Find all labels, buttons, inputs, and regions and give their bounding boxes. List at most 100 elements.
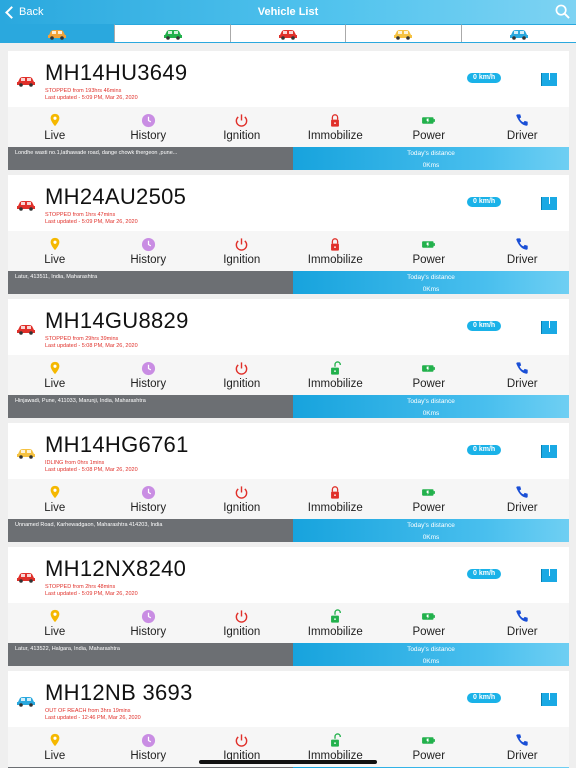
battery-icon — [422, 612, 436, 620]
action-label: Driver — [506, 130, 538, 142]
vehicle-footer: Latur, 413522, Halgara, India, Maharasht… — [8, 643, 569, 666]
action-immobilize[interactable]: Immobilize — [289, 603, 383, 643]
action-driver[interactable]: Driver — [476, 603, 570, 643]
action-icon-wrap — [47, 360, 63, 376]
vehicle-status: IDLING from 0hrs 1mins — [45, 460, 105, 466]
action-history[interactable]: History — [102, 355, 196, 395]
action-icon-wrap — [514, 608, 530, 624]
vehicle-card[interactable]: MH14GU8829 STOPPED from 29hrs 39mins Las… — [8, 299, 569, 418]
action-icon-wrap — [421, 360, 437, 376]
action-live[interactable]: Live — [8, 231, 102, 271]
action-icon-wrap — [514, 732, 530, 748]
car-icon — [509, 29, 528, 40]
location-pin-icon — [50, 237, 60, 251]
vehicle-plate: MH14HU3649 — [45, 60, 188, 85]
action-label: Driver — [506, 254, 538, 266]
action-history[interactable]: History — [102, 727, 196, 767]
action-ignition[interactable]: Ignition — [195, 603, 289, 643]
distance-label: Today's distance — [407, 646, 455, 653]
action-driver[interactable]: Driver — [476, 355, 570, 395]
phone-icon — [516, 610, 528, 622]
action-power[interactable]: Power — [382, 479, 476, 519]
action-ignition[interactable]: Ignition — [195, 231, 289, 271]
action-history[interactable]: History — [102, 107, 196, 147]
action-live[interactable]: Live — [8, 727, 102, 767]
action-power[interactable]: Power — [382, 355, 476, 395]
action-live[interactable]: Live — [8, 355, 102, 395]
action-ignition[interactable]: Ignition — [195, 355, 289, 395]
action-power[interactable]: Power — [382, 231, 476, 271]
filter-tab-stopped[interactable] — [230, 24, 347, 42]
vehicle-status-car — [16, 694, 36, 707]
action-immobilize[interactable]: Immobilize — [289, 107, 383, 147]
action-icon-wrap — [421, 608, 437, 624]
vehicle-card[interactable]: MH14HG6761 IDLING from 0hrs 1mins Last u… — [8, 423, 569, 542]
filter-tab-idle[interactable] — [346, 24, 462, 42]
action-label: History — [130, 254, 167, 266]
book-icon[interactable] — [541, 693, 557, 706]
action-history[interactable]: History — [102, 231, 196, 271]
action-power[interactable]: Power — [382, 603, 476, 643]
action-icon-wrap — [421, 484, 437, 500]
filter-tab-all[interactable] — [0, 24, 116, 42]
distance-label: Today's distance — [407, 522, 455, 529]
vehicle-card[interactable]: MH12NX8240 STOPPED from 2hrs 48mins Last… — [8, 547, 569, 666]
vehicle-summary: MH14GU8829 STOPPED from 29hrs 39mins Las… — [8, 299, 569, 355]
vehicle-status-text: STOPPED from 1hrs 47mins Last updated - … — [45, 212, 138, 226]
action-power[interactable]: Power — [382, 727, 476, 767]
vehicle-last-updated: Last updated - 5:08 PM, Mar 26, 2020 — [45, 343, 138, 349]
vehicle-card[interactable]: MH14HU3649 STOPPED from 193hrs 46mins La… — [8, 51, 569, 170]
action-driver[interactable]: Driver — [476, 231, 570, 271]
action-history[interactable]: History — [102, 479, 196, 519]
vehicle-card[interactable]: MH12NB 3693 OUT OF REACH from 3hrs 19min… — [8, 671, 569, 768]
action-live[interactable]: Live — [8, 603, 102, 643]
action-label: Ignition — [223, 502, 261, 514]
action-icon-wrap — [47, 732, 63, 748]
vehicle-status: OUT OF REACH from 3hrs 19mins — [45, 708, 131, 714]
action-live[interactable]: Live — [8, 479, 102, 519]
action-label: Power — [412, 254, 446, 266]
filter-tab-out-of-reach[interactable] — [461, 24, 576, 42]
action-icon-wrap — [234, 484, 250, 500]
action-ignition[interactable]: Ignition — [195, 107, 289, 147]
distance-label: Today's distance — [407, 150, 455, 157]
action-icon-wrap — [234, 608, 250, 624]
action-live[interactable]: Live — [8, 107, 102, 147]
distance-label: Today's distance — [407, 274, 455, 281]
action-driver[interactable]: Driver — [476, 107, 570, 147]
book-icon[interactable] — [541, 73, 557, 86]
action-ignition[interactable]: Ignition — [195, 479, 289, 519]
action-driver[interactable]: Driver — [476, 727, 570, 767]
book-icon[interactable] — [541, 321, 557, 334]
history-clock-icon — [141, 733, 155, 747]
vehicle-summary: MH14HG6761 IDLING from 0hrs 1mins Last u… — [8, 423, 569, 479]
vehicle-plate: MH12NX8240 — [45, 556, 187, 581]
lock-icon — [331, 237, 340, 251]
vehicle-summary: MH12NX8240 STOPPED from 2hrs 48mins Last… — [8, 547, 569, 603]
action-label: Immobilize — [307, 378, 363, 390]
speed-badge: 0 km/h — [467, 321, 502, 331]
book-icon[interactable] — [541, 445, 557, 458]
vehicle-last-updated: Last updated - 12:46 PM, Mar 26, 2020 — [45, 715, 141, 721]
book-icon[interactable] — [541, 569, 557, 582]
action-history[interactable]: History — [102, 603, 196, 643]
history-clock-icon — [141, 485, 155, 499]
action-power[interactable]: Power — [382, 107, 476, 147]
book-icon[interactable] — [541, 197, 557, 210]
car-icon — [17, 573, 35, 583]
filter-tab-running[interactable] — [115, 24, 231, 42]
lock-icon — [331, 113, 340, 127]
vehicle-address: Latur, 413522, Halgara, India, Maharasht… — [8, 643, 293, 666]
action-icon-wrap — [234, 112, 250, 128]
vehicle-actions: Live History Ignition Immobilize Power D… — [8, 231, 569, 271]
action-immobilize[interactable]: Immobilize — [289, 355, 383, 395]
action-icon-wrap — [327, 608, 343, 624]
today-distance: Today's distance 0Kms — [293, 519, 569, 542]
action-immobilize[interactable]: Immobilize — [289, 231, 383, 271]
search-icon[interactable] — [555, 4, 570, 19]
action-driver[interactable]: Driver — [476, 479, 570, 519]
action-immobilize[interactable]: Immobilize — [289, 479, 383, 519]
vehicle-card[interactable]: MH24AU2505 STOPPED from 1hrs 47mins Last… — [8, 175, 569, 294]
action-icon-wrap — [140, 484, 156, 500]
vehicle-status-car — [16, 322, 36, 335]
